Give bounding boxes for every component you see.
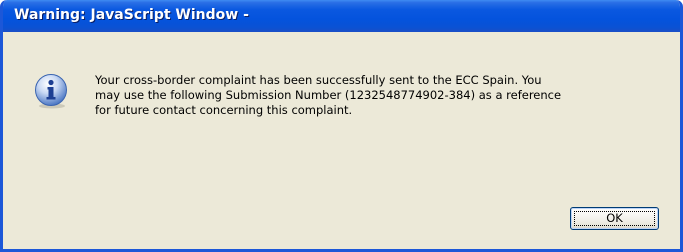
dialog-window: Warning: JavaScript Window - Your cross-…	[0, 0, 683, 252]
window-title: Warning: JavaScript Window -	[14, 7, 249, 23]
ok-button[interactable]: OK	[570, 207, 659, 230]
message-line-3: for future contact concerning this compl…	[95, 103, 353, 117]
message-line-2: may use the following Submission Number …	[95, 88, 562, 102]
message-line-1: Your cross-border complaint has been suc…	[95, 73, 542, 87]
title-bar[interactable]: Warning: JavaScript Window -	[3, 0, 680, 32]
dialog-message: Your cross-border complaint has been suc…	[95, 73, 665, 118]
ok-button-label: OK	[606, 211, 623, 225]
info-icon	[35, 74, 67, 109]
